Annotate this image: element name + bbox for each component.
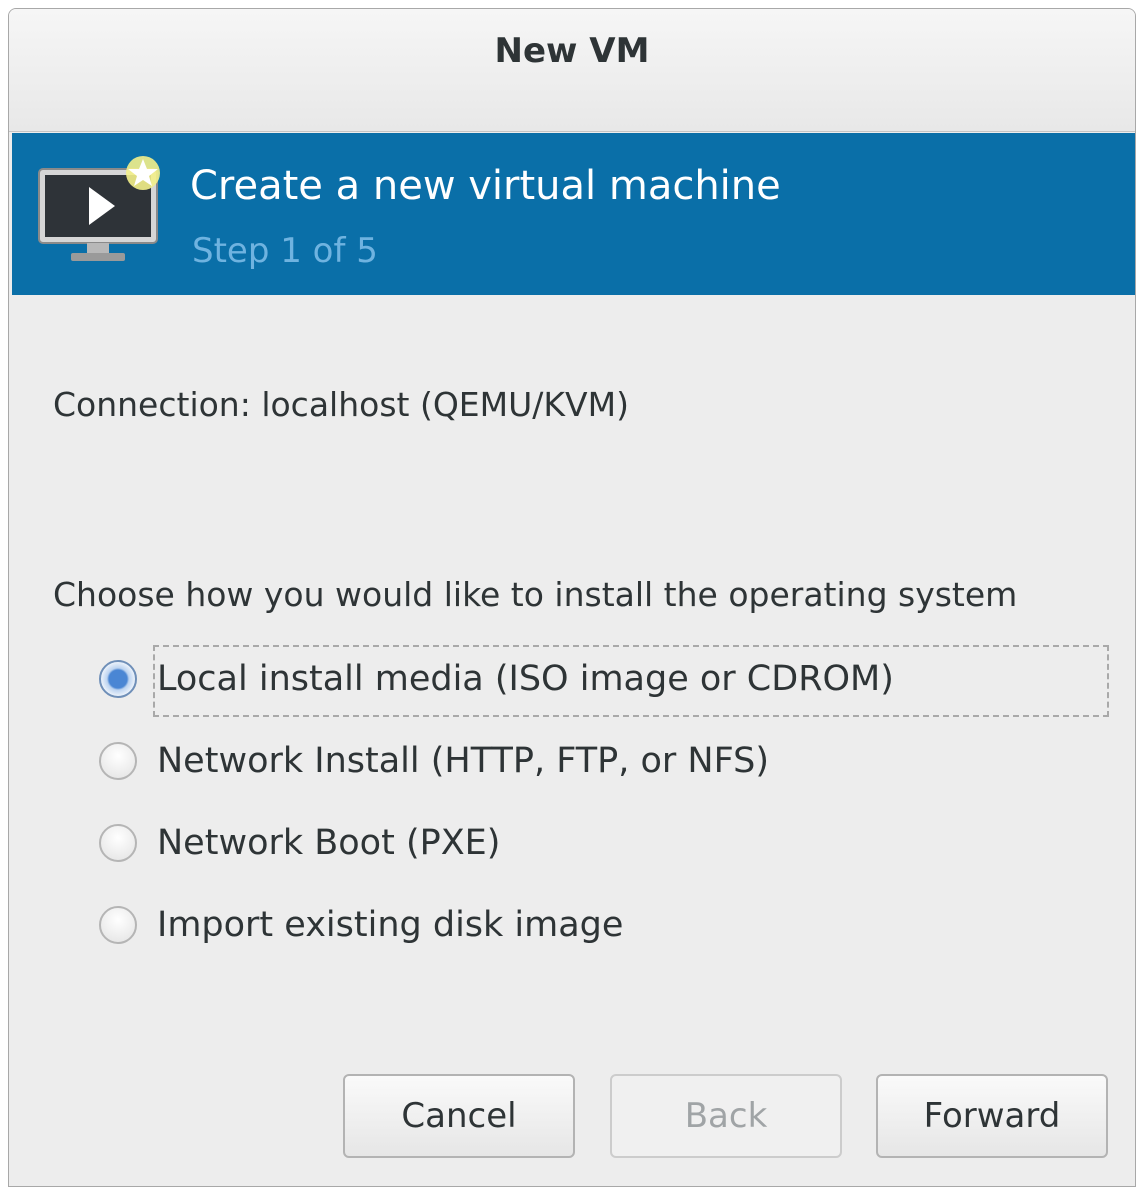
cancel-button[interactable]: Cancel [343, 1074, 575, 1158]
focus-ring [153, 645, 1109, 717]
wizard-step-indicator: Step 1 of 5 [192, 231, 378, 271]
radio-button[interactable] [99, 742, 137, 780]
radio-button-checked[interactable] [99, 660, 137, 698]
radio-button[interactable] [99, 906, 137, 944]
title-bar[interactable]: New VM [9, 9, 1135, 132]
install-method-prompt: Choose how you would like to install the… [53, 575, 1018, 614]
wizard-header: Create a new virtual machine Step 1 of 5 [12, 133, 1135, 295]
radio-network-install[interactable]: Network Install (HTTP, FTP, or NFS) [99, 733, 775, 789]
radio-button[interactable] [99, 824, 137, 862]
option-label: Network Install (HTTP, FTP, or NFS) [157, 741, 769, 781]
vm-monitor-new-icon [38, 156, 160, 261]
wizard-heading: Create a new virtual machine [190, 163, 781, 209]
radio-network-boot[interactable]: Network Boot (PXE) [99, 815, 506, 871]
new-vm-dialog: New VM Create a new virtual machine Step… [8, 8, 1136, 1187]
option-label: Network Boot (PXE) [157, 823, 501, 863]
option-label: Import existing disk image [157, 905, 624, 945]
connection-label: Connection: localhost (QEMU/KVM) [53, 385, 629, 424]
radio-local-install-media[interactable]: Local install media (ISO image or CDROM) [99, 645, 1109, 717]
forward-button[interactable]: Forward [876, 1074, 1108, 1158]
back-button[interactable]: Back [610, 1074, 842, 1158]
window-title: New VM [494, 31, 650, 71]
radio-import-disk-image[interactable]: Import existing disk image [99, 897, 629, 953]
